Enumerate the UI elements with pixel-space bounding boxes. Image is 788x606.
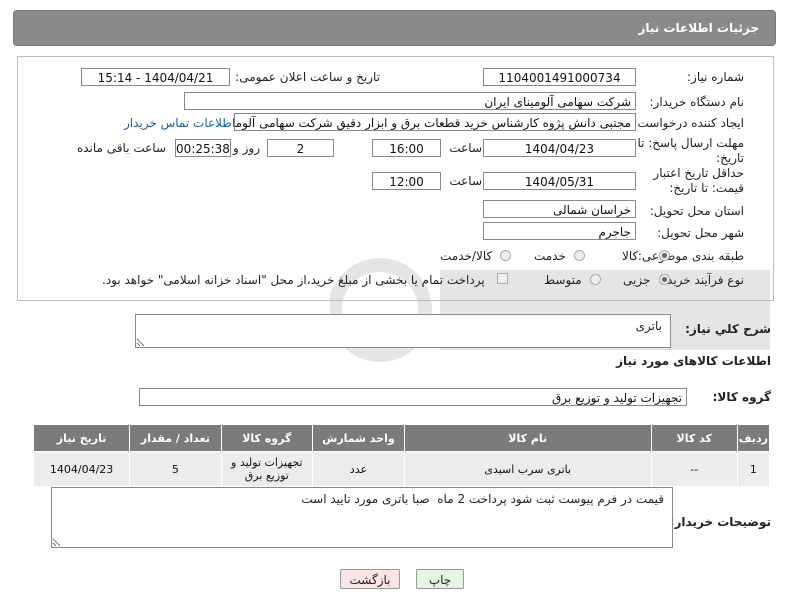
cell-need-date: 1404/04/23 xyxy=(32,451,131,487)
buyer-org-label: نام دستگاه خریدار: xyxy=(649,95,745,109)
days-label: روز و xyxy=(233,141,260,155)
remaining-time-label: ساعت باقی مانده xyxy=(76,141,166,155)
requester-field: مجتبی دانش پژوه کارشناس خرید قطعات برق و… xyxy=(234,113,636,131)
cell-item-code: -- xyxy=(650,451,738,487)
goods-group-label: گروه کالا: xyxy=(712,390,771,404)
requester-label: ایجاد کننده درخواست: xyxy=(633,116,744,130)
goods-group-field: تجهیزات تولید و توزیع برق xyxy=(139,388,687,406)
reply-time-field: 16:00 xyxy=(372,139,441,157)
province-label: استان محل تحویل: xyxy=(649,204,744,218)
goods-table: ردیف کد کالا نام کالا واحد شمارش گروه کا… xyxy=(32,424,771,487)
category-option-goods: کالا xyxy=(622,249,639,263)
col-row-number: ردیف xyxy=(736,424,771,452)
reply-time-label: ساعت xyxy=(449,141,482,155)
remaining-time-field: 00:25:38 xyxy=(175,139,231,157)
category-radio-goods-service[interactable] xyxy=(500,250,511,261)
price-time-label: ساعت xyxy=(449,174,482,188)
description-label: شرح كلي نياز: xyxy=(685,322,771,336)
process-option-minor: جزیی xyxy=(623,273,651,287)
buyer-notes-label: توضیحات خریدار: xyxy=(669,515,771,529)
buyer-contact-link[interactable]: اطلاعات تماس خریدار xyxy=(124,116,235,130)
cell-row-number: 1 xyxy=(736,451,771,487)
table-header-row: ردیف کد کالا نام کالا واحد شمارش گروه کا… xyxy=(32,424,771,452)
reply-deadline-label: مهلت ارسال پاسخ: تا تاریخ: xyxy=(637,136,744,165)
cell-quantity: 5 xyxy=(129,451,222,487)
col-item-group: گروه کالا xyxy=(220,424,314,452)
city-field: جاجرم xyxy=(483,222,636,240)
goods-section-heading: اطلاعات کالاهای مورد نیاز xyxy=(616,354,771,368)
page-title-bar: جزئیات اطلاعات نیاز xyxy=(13,10,776,46)
cell-unit: عدد xyxy=(312,451,405,487)
buyer-notes-textarea[interactable]: قیمت در فرم پیوست ثبت شود پرداخت 2 ماه ص… xyxy=(51,487,673,548)
description-textarea[interactable]: باتری xyxy=(135,314,671,348)
col-item-code: کد کالا xyxy=(650,424,738,452)
col-quantity: تعداد / مقدار xyxy=(129,424,222,452)
category-label: طبقه بندی موضوعی: xyxy=(637,249,744,263)
buyer-org-field: شرکت سهامی آلومینای ایران xyxy=(184,92,636,110)
process-label: نوع فرآیند خرید : xyxy=(659,273,744,287)
days-field: 2 xyxy=(267,139,334,157)
need-number-field: 1104001491000734 xyxy=(483,68,636,86)
category-option-service: خدمت xyxy=(534,249,566,263)
price-time-field: 12:00 xyxy=(372,172,441,190)
price-date-field: 1404/05/31 xyxy=(483,172,636,190)
treasury-checkbox[interactable] xyxy=(497,273,508,284)
process-radio-medium[interactable] xyxy=(590,274,601,285)
reply-date-field: 1404/04/23 xyxy=(483,139,636,157)
treasury-note: پرداخت تمام یا بخشی از مبلغ خرید،از محل … xyxy=(102,273,485,287)
category-radio-service[interactable] xyxy=(574,250,585,261)
city-label: شهر محل تحویل: xyxy=(657,226,744,240)
table-row: 1 -- باتری سرب اسیدی عدد تجهیزات تولید و… xyxy=(32,451,771,487)
cell-item-name: باتری سرب اسیدی xyxy=(403,451,652,487)
announce-label: تاریخ و ساعت اعلان عمومی: xyxy=(235,70,380,84)
col-need-date: تاریخ نیاز xyxy=(32,424,131,452)
cell-item-group: تجهیزات تولید و توزیع برق xyxy=(220,451,314,487)
col-unit: واحد شمارش xyxy=(312,424,405,452)
province-field: خراسان شمالی xyxy=(483,200,636,218)
page-title: جزئیات اطلاعات نیاز xyxy=(638,21,759,35)
process-option-medium: متوسط xyxy=(544,273,582,287)
category-option-goods-service: کالا/خدمت xyxy=(440,249,493,263)
back-button[interactable]: بازگشت xyxy=(340,569,400,589)
need-number-label: شماره نیاز: xyxy=(687,70,744,84)
col-item-name: نام کالا xyxy=(403,424,652,452)
process-radio-minor[interactable] xyxy=(659,274,670,285)
announce-field: 1404/04/21 - 15:14 xyxy=(81,68,230,86)
print-button[interactable]: چاپ xyxy=(416,569,464,589)
price-validity-label: حداقل تاریخ اعتبار قیمت: تا تاریخ: xyxy=(653,166,744,195)
category-radio-goods[interactable] xyxy=(659,250,670,261)
